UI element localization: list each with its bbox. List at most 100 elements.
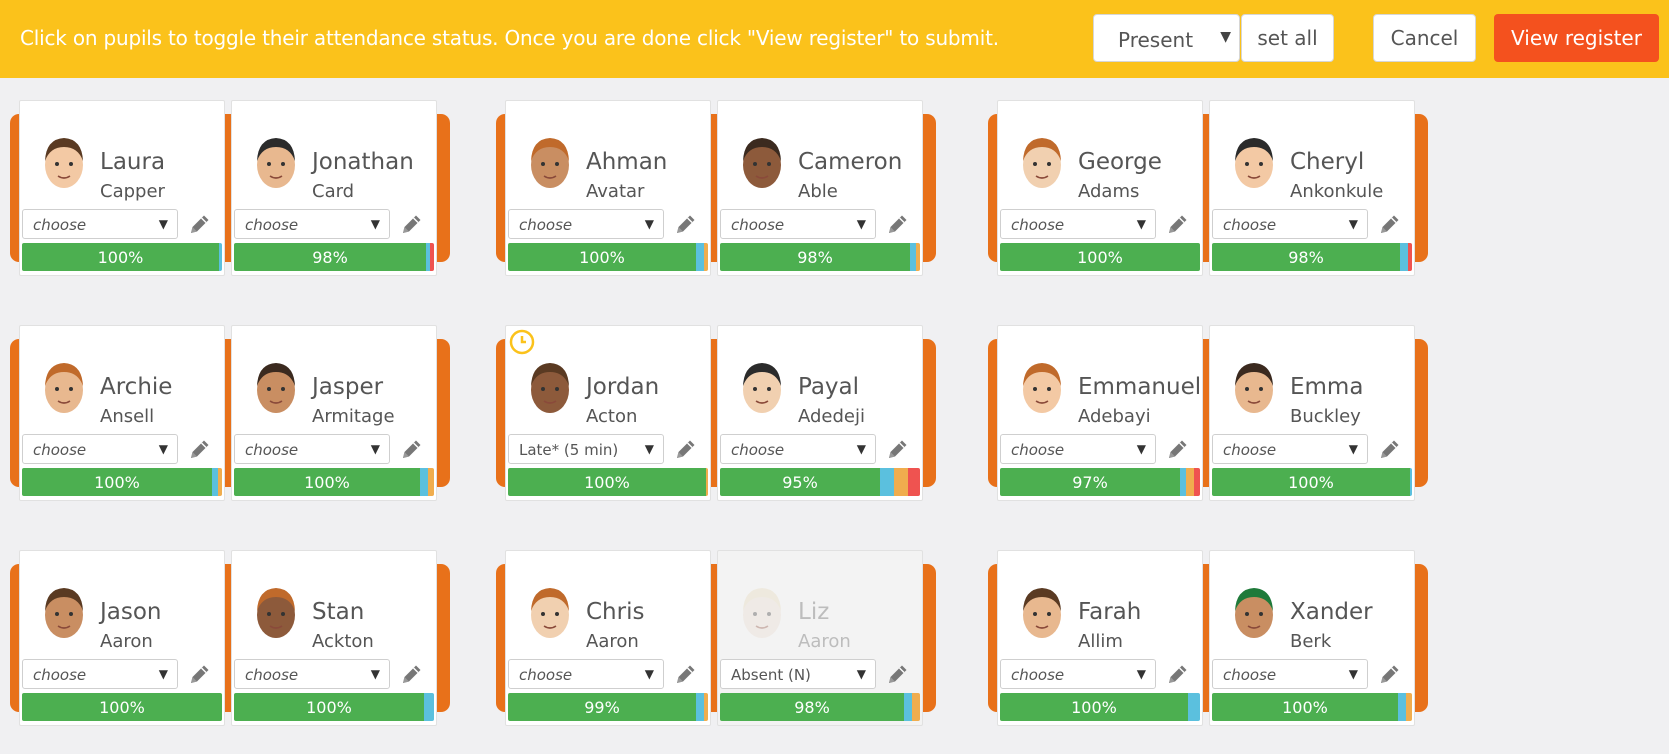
pupil-last-name: Able: [798, 181, 838, 202]
pupil-card[interactable]: Laura Capper choose ▼ 100%: [19, 100, 225, 276]
attendance-bar-segment: [1212, 468, 1410, 496]
status-select[interactable]: Present ▼: [1093, 14, 1240, 62]
pencil-icon[interactable]: [885, 661, 911, 687]
pupil-card[interactable]: Ahman Avatar choose ▼ 100%: [505, 100, 711, 276]
attendance-bar: 98%: [720, 243, 920, 271]
attendance-bar-segment: [424, 693, 434, 721]
pencil-icon[interactable]: [187, 661, 213, 687]
pupil-card[interactable]: Archie Ansell choose ▼ 100%: [19, 325, 225, 501]
pupil-card[interactable]: Farah Allim choose ▼ 100%: [997, 550, 1203, 726]
pupil-card[interactable]: Jordan Acton Late* (5 min) ▼ 100%: [505, 325, 711, 501]
pencil-icon[interactable]: [399, 211, 425, 237]
attendance-code-select[interactable]: choose ▼: [234, 434, 390, 464]
pupil-avatar: [1228, 356, 1280, 420]
attendance-code-value: choose: [245, 216, 299, 234]
pupil-avatar: [1016, 356, 1068, 420]
pupil-card[interactable]: Liz Aaron Absent (N) ▼ 98%: [717, 550, 923, 726]
pupil-last-name: Aaron: [798, 631, 851, 652]
attendance-code-select[interactable]: Absent (N) ▼: [720, 659, 876, 689]
pupil-avatar: [38, 356, 90, 420]
chevron-down-icon: ▼: [158, 667, 168, 681]
attendance-code-select[interactable]: Late* (5 min) ▼: [508, 434, 664, 464]
pencil-icon[interactable]: [1165, 436, 1191, 462]
pupil-last-name: Avatar: [586, 181, 645, 202]
attendance-code-select[interactable]: choose ▼: [1212, 659, 1368, 689]
pencil-icon[interactable]: [187, 436, 213, 462]
pupil-avatar: [736, 131, 788, 195]
pupil-first-name: Archie: [100, 374, 173, 400]
attendance-bar: 98%: [234, 243, 434, 271]
attendance-code-select[interactable]: choose ▼: [1000, 434, 1156, 464]
attendance-bar-segment: [720, 243, 910, 271]
pencil-icon[interactable]: [399, 661, 425, 687]
attendance-code-select[interactable]: choose ▼: [720, 434, 876, 464]
attendance-bar-segment: [704, 243, 708, 271]
attendance-code-select[interactable]: choose ▼: [508, 209, 664, 239]
pupil-first-name: Cheryl: [1290, 149, 1365, 175]
attendance-code-select[interactable]: choose ▼: [1212, 209, 1368, 239]
chevron-down-icon: ▼: [856, 442, 866, 456]
pencil-icon[interactable]: [1377, 436, 1403, 462]
pupil-last-name: Card: [312, 181, 355, 202]
pupil-card[interactable]: Emma Buckley choose ▼ 100%: [1209, 325, 1415, 501]
attendance-code-value: choose: [33, 441, 87, 459]
pupil-avatar: [1016, 581, 1068, 645]
pupil-first-name: George: [1078, 149, 1162, 175]
attendance-code-select[interactable]: choose ▼: [1212, 434, 1368, 464]
attendance-code-select[interactable]: choose ▼: [22, 209, 178, 239]
pencil-icon[interactable]: [1377, 661, 1403, 687]
pupil-last-name: Aaron: [100, 631, 153, 652]
attendance-code-select[interactable]: choose ▼: [720, 209, 876, 239]
attendance-code-select[interactable]: choose ▼: [234, 209, 390, 239]
pupil-card[interactable]: Jasper Armitage choose ▼ 100%: [231, 325, 437, 501]
pencil-icon[interactable]: [673, 661, 699, 687]
pupil-card[interactable]: Stan Ackton choose ▼ 100%: [231, 550, 437, 726]
attendance-bar: 100%: [22, 243, 222, 271]
pupil-card[interactable]: Chris Aaron choose ▼ 99%: [505, 550, 711, 726]
view-register-button[interactable]: View register: [1494, 14, 1659, 62]
attendance-code-select[interactable]: choose ▼: [22, 659, 178, 689]
pupil-pair: Ahman Avatar choose ▼ 100% Cameron Able …: [496, 100, 936, 276]
attendance-code-select[interactable]: choose ▼: [22, 434, 178, 464]
pencil-icon[interactable]: [399, 436, 425, 462]
pupil-card[interactable]: Emmanuel Adebayi choose ▼ 97%: [997, 325, 1203, 501]
pencil-icon[interactable]: [1165, 211, 1191, 237]
pupil-card[interactable]: Xander Berk choose ▼ 100%: [1209, 550, 1415, 726]
pencil-icon[interactable]: [885, 211, 911, 237]
pupil-avatar: [250, 131, 302, 195]
attendance-bar-segment: [706, 468, 708, 496]
attendance-code-select[interactable]: choose ▼: [234, 659, 390, 689]
pencil-icon[interactable]: [673, 436, 699, 462]
pupil-first-name: Liz: [798, 599, 830, 625]
attendance-code-value: Absent (N): [731, 666, 811, 684]
attendance-bar-segment: [1000, 468, 1180, 496]
pupil-card[interactable]: Jonathan Card choose ▼ 98%: [231, 100, 437, 276]
attendance-bar-segment: [1212, 243, 1400, 271]
attendance-code-select[interactable]: choose ▼: [508, 659, 664, 689]
attendance-code-select[interactable]: choose ▼: [1000, 209, 1156, 239]
attendance-bar-segment: [1000, 243, 1200, 271]
chevron-down-icon: ▼: [370, 442, 380, 456]
attendance-bar-segment: [234, 468, 420, 496]
pupil-card[interactable]: George Adams choose ▼ 100%: [997, 100, 1203, 276]
pencil-icon[interactable]: [673, 211, 699, 237]
pupil-first-name: Stan: [312, 599, 365, 625]
attendance-code-select[interactable]: choose ▼: [1000, 659, 1156, 689]
attendance-bar: 98%: [720, 693, 920, 721]
attendance-bar-segment: [420, 468, 428, 496]
pupil-card[interactable]: Cheryl Ankonkule choose ▼ 98%: [1209, 100, 1415, 276]
attendance-bar: 100%: [234, 693, 434, 721]
pupil-card[interactable]: Cameron Able choose ▼ 98%: [717, 100, 923, 276]
cancel-button[interactable]: Cancel: [1373, 14, 1476, 62]
chevron-down-icon: ▼: [158, 442, 168, 456]
pupil-pair: Laura Capper choose ▼ 100% Jonathan Card…: [10, 100, 450, 276]
set-all-button[interactable]: set all: [1241, 14, 1334, 62]
pencil-icon[interactable]: [1377, 211, 1403, 237]
attendance-code-value: choose: [1223, 666, 1277, 684]
pencil-icon[interactable]: [885, 436, 911, 462]
pupil-card[interactable]: Jason Aaron choose ▼ 100%: [19, 550, 225, 726]
attendance-bar-segment: [916, 243, 920, 271]
pupil-card[interactable]: Payal Adedeji choose ▼ 95%: [717, 325, 923, 501]
pencil-icon[interactable]: [187, 211, 213, 237]
pencil-icon[interactable]: [1165, 661, 1191, 687]
